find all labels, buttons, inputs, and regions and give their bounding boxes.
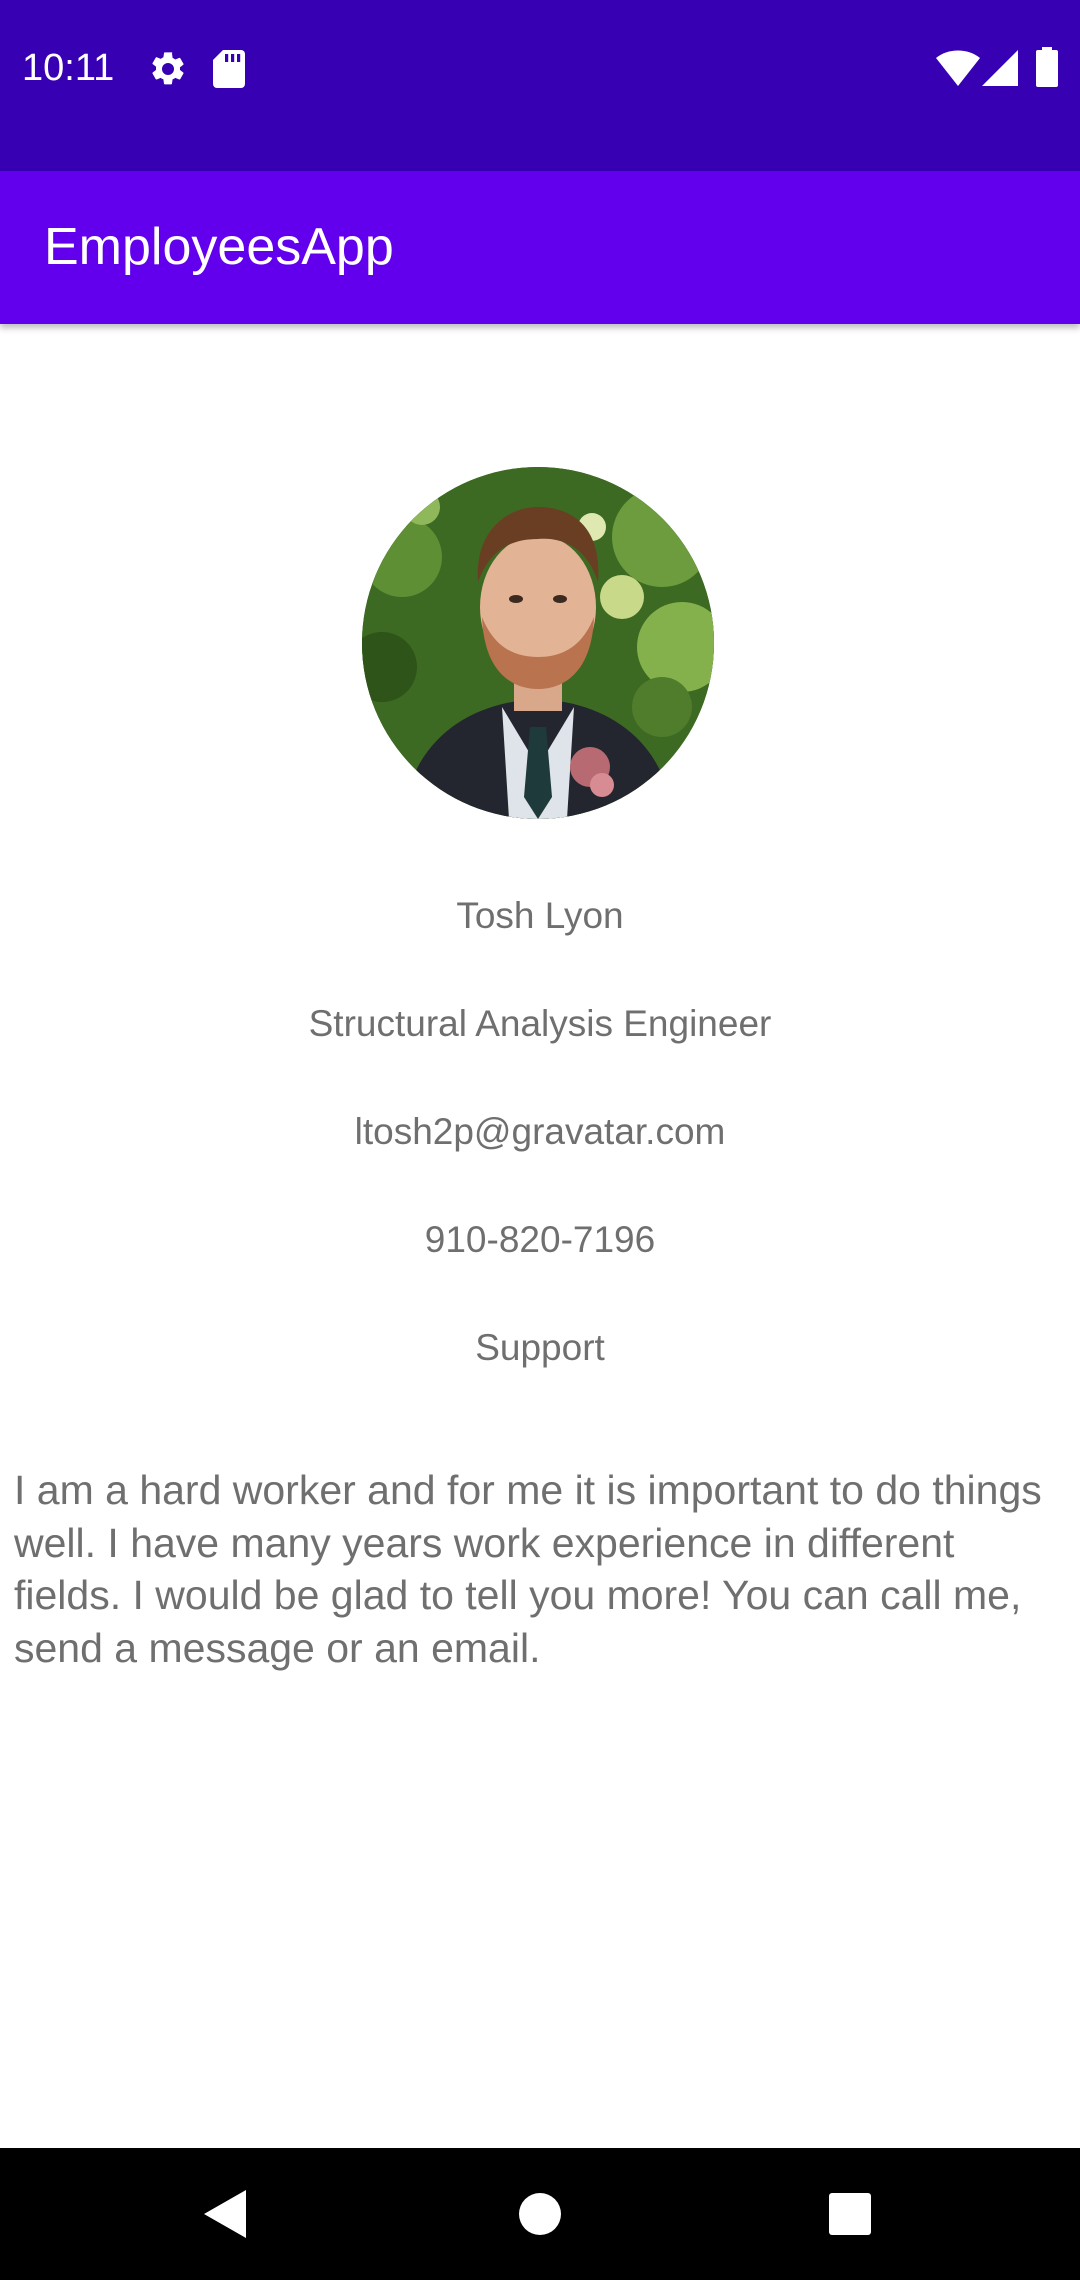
employee-avatar <box>362 467 714 819</box>
wifi-icon <box>936 50 980 86</box>
employee-department: Support <box>475 1327 605 1368</box>
employee-bio: I am a hard worker and for me it is impo… <box>14 1467 1042 1671</box>
gear-icon <box>152 52 184 85</box>
employee-name: Tosh Lyon <box>456 895 624 936</box>
app-title: EmployeesApp <box>44 218 394 276</box>
app-bar: EmployeesApp <box>0 171 1080 324</box>
employee-job-title: Structural Analysis Engineer <box>308 1003 772 1044</box>
home-icon[interactable] <box>518 2192 562 2236</box>
employee-email: ltosh2p@gravatar.com <box>354 1111 726 1152</box>
employee-photo <box>362 467 714 819</box>
employee-phone: 910-820-7196 <box>424 1219 656 1260</box>
status-bar: 10:11 <box>0 0 1080 171</box>
navigation-bar <box>0 2148 1080 2280</box>
battery-icon <box>1036 47 1058 87</box>
back-icon[interactable] <box>204 2190 246 2238</box>
sd-card-icon <box>213 50 245 88</box>
cell-signal-icon <box>982 50 1018 86</box>
recents-icon[interactable] <box>829 2193 871 2235</box>
status-time: 10:11 <box>22 47 115 89</box>
